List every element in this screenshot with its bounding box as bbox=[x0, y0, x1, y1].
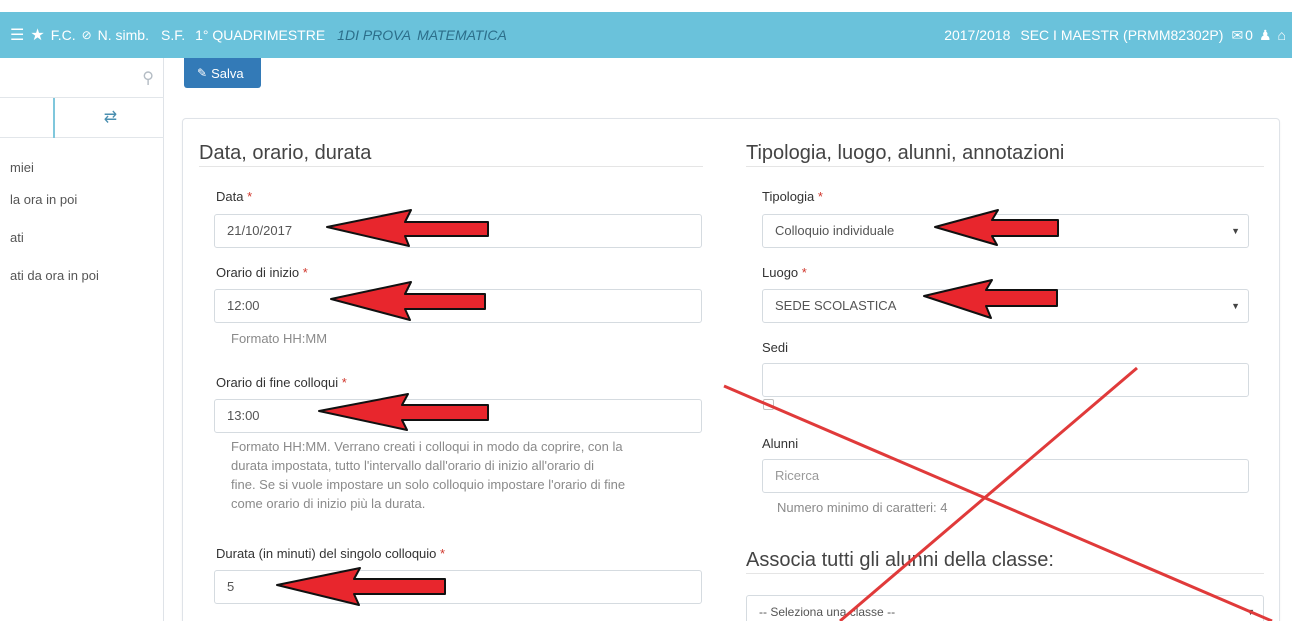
section-title-date: Data, orario, durata bbox=[199, 142, 372, 164]
star-icon[interactable]: ★ bbox=[30, 25, 44, 45]
type-select-value: Colloquio individuale bbox=[775, 223, 895, 238]
start-time-label: Orario di inizio * bbox=[216, 265, 308, 280]
period-label[interactable]: 1° QUADRIMESTRE bbox=[195, 27, 325, 43]
class-select-value: -- Seleziona una classe -- bbox=[759, 605, 896, 619]
divider bbox=[746, 166, 1264, 167]
edit-icon: ✎ bbox=[197, 66, 208, 80]
sidebar-item-passati-da-ora[interactable]: ati da ora in poi bbox=[10, 268, 99, 283]
sites-label: Sedi bbox=[762, 340, 789, 355]
fc-link[interactable]: F.C. bbox=[51, 27, 76, 43]
duration-label: Durata (in minuti) del singolo colloquio… bbox=[216, 546, 446, 561]
subject-name[interactable]: MATEMATICA bbox=[417, 27, 507, 43]
date-label: Data * bbox=[216, 189, 253, 204]
refresh-icon: ⇄ bbox=[103, 109, 118, 126]
end-time-help: Formato HH:MM. Verrano creati i colloqui… bbox=[231, 439, 626, 511]
sidebar-tab-refresh[interactable]: ⇄ bbox=[57, 98, 164, 138]
save-button[interactable]: ✎ Salva bbox=[184, 58, 261, 88]
sidebar-search-input[interactable]: ⚲ bbox=[0, 58, 164, 98]
associate-title: Associa tutti gli alunni della classe: bbox=[746, 549, 1054, 571]
sidebar-tab-list[interactable] bbox=[0, 98, 55, 138]
sidebar-item-passati[interactable]: ati bbox=[10, 230, 24, 245]
end-time-label: Orario di fine colloqui * bbox=[216, 375, 347, 390]
sidebar: ⚲ ⇄ miei la ora in poi ati ati da ora in… bbox=[0, 58, 164, 621]
top-bar: ☰ ★ F.C. ⊘ N. simb. S.F. 1° QUADRIMESTRE… bbox=[0, 12, 1292, 58]
end-time-field[interactable]: 13:00 bbox=[214, 399, 702, 433]
sites-checkbox[interactable] bbox=[763, 399, 774, 410]
sidebar-item-da-ora[interactable]: la ora in poi bbox=[10, 192, 77, 207]
eye-slash-icon: ⊘ bbox=[81, 28, 92, 42]
start-time-help: Formato HH:MM bbox=[231, 331, 328, 346]
school-name[interactable]: SEC I MAESTR (PRMM82302P) bbox=[1020, 27, 1223, 43]
divider bbox=[746, 573, 1264, 574]
students-search-input[interactable]: Ricerca bbox=[762, 459, 1249, 493]
sf-link[interactable]: S.F. bbox=[161, 27, 185, 43]
students-label: Alunni bbox=[762, 436, 799, 451]
type-label: Tipologia * bbox=[762, 189, 823, 204]
mail-count[interactable]: 0 bbox=[1245, 27, 1253, 43]
start-time-field[interactable]: 12:00 bbox=[214, 289, 702, 323]
dropdown-caret-icon: ▼ bbox=[1231, 226, 1240, 236]
duration-field[interactable]: 5 bbox=[214, 570, 702, 604]
dropdown-caret-icon: ▼ bbox=[1231, 301, 1240, 311]
dropdown-caret-icon: ▼ bbox=[1246, 607, 1255, 617]
place-select-value: SEDE SCOLASTICA bbox=[775, 298, 897, 313]
envelope-icon[interactable]: ✉ bbox=[1231, 27, 1243, 44]
class-select[interactable]: -- Seleziona una classe -- ▼ bbox=[746, 595, 1264, 621]
students-search-help: Numero minimo di caratteri: 4 bbox=[777, 500, 948, 515]
place-select[interactable]: SEDE SCOLASTICA ▼ bbox=[762, 289, 1249, 323]
school-year[interactable]: 2017/2018 bbox=[944, 27, 1010, 43]
place-label: Luogo * bbox=[762, 265, 807, 280]
nsimb-link[interactable]: N. simb. bbox=[98, 27, 149, 43]
sites-field[interactable] bbox=[762, 363, 1249, 397]
sidebar-item-miei[interactable]: miei bbox=[10, 160, 34, 175]
section-title-type: Tipologia, luogo, alunni, annotazioni bbox=[746, 142, 1065, 164]
save-label: Salva bbox=[211, 65, 244, 81]
class-name[interactable]: 1DI PROVA bbox=[337, 27, 411, 43]
user-icon[interactable]: ♟ bbox=[1259, 27, 1272, 44]
divider bbox=[199, 166, 703, 167]
date-field[interactable]: 21/10/2017 bbox=[214, 214, 702, 248]
hamburger-menu-icon[interactable]: ☰ bbox=[10, 25, 24, 45]
search-icon[interactable]: ⚲ bbox=[142, 68, 154, 88]
bank-icon[interactable]: ⌂ bbox=[1278, 27, 1286, 43]
type-select[interactable]: Colloquio individuale ▼ bbox=[762, 214, 1249, 248]
sidebar-tabs: ⇄ bbox=[0, 98, 164, 138]
